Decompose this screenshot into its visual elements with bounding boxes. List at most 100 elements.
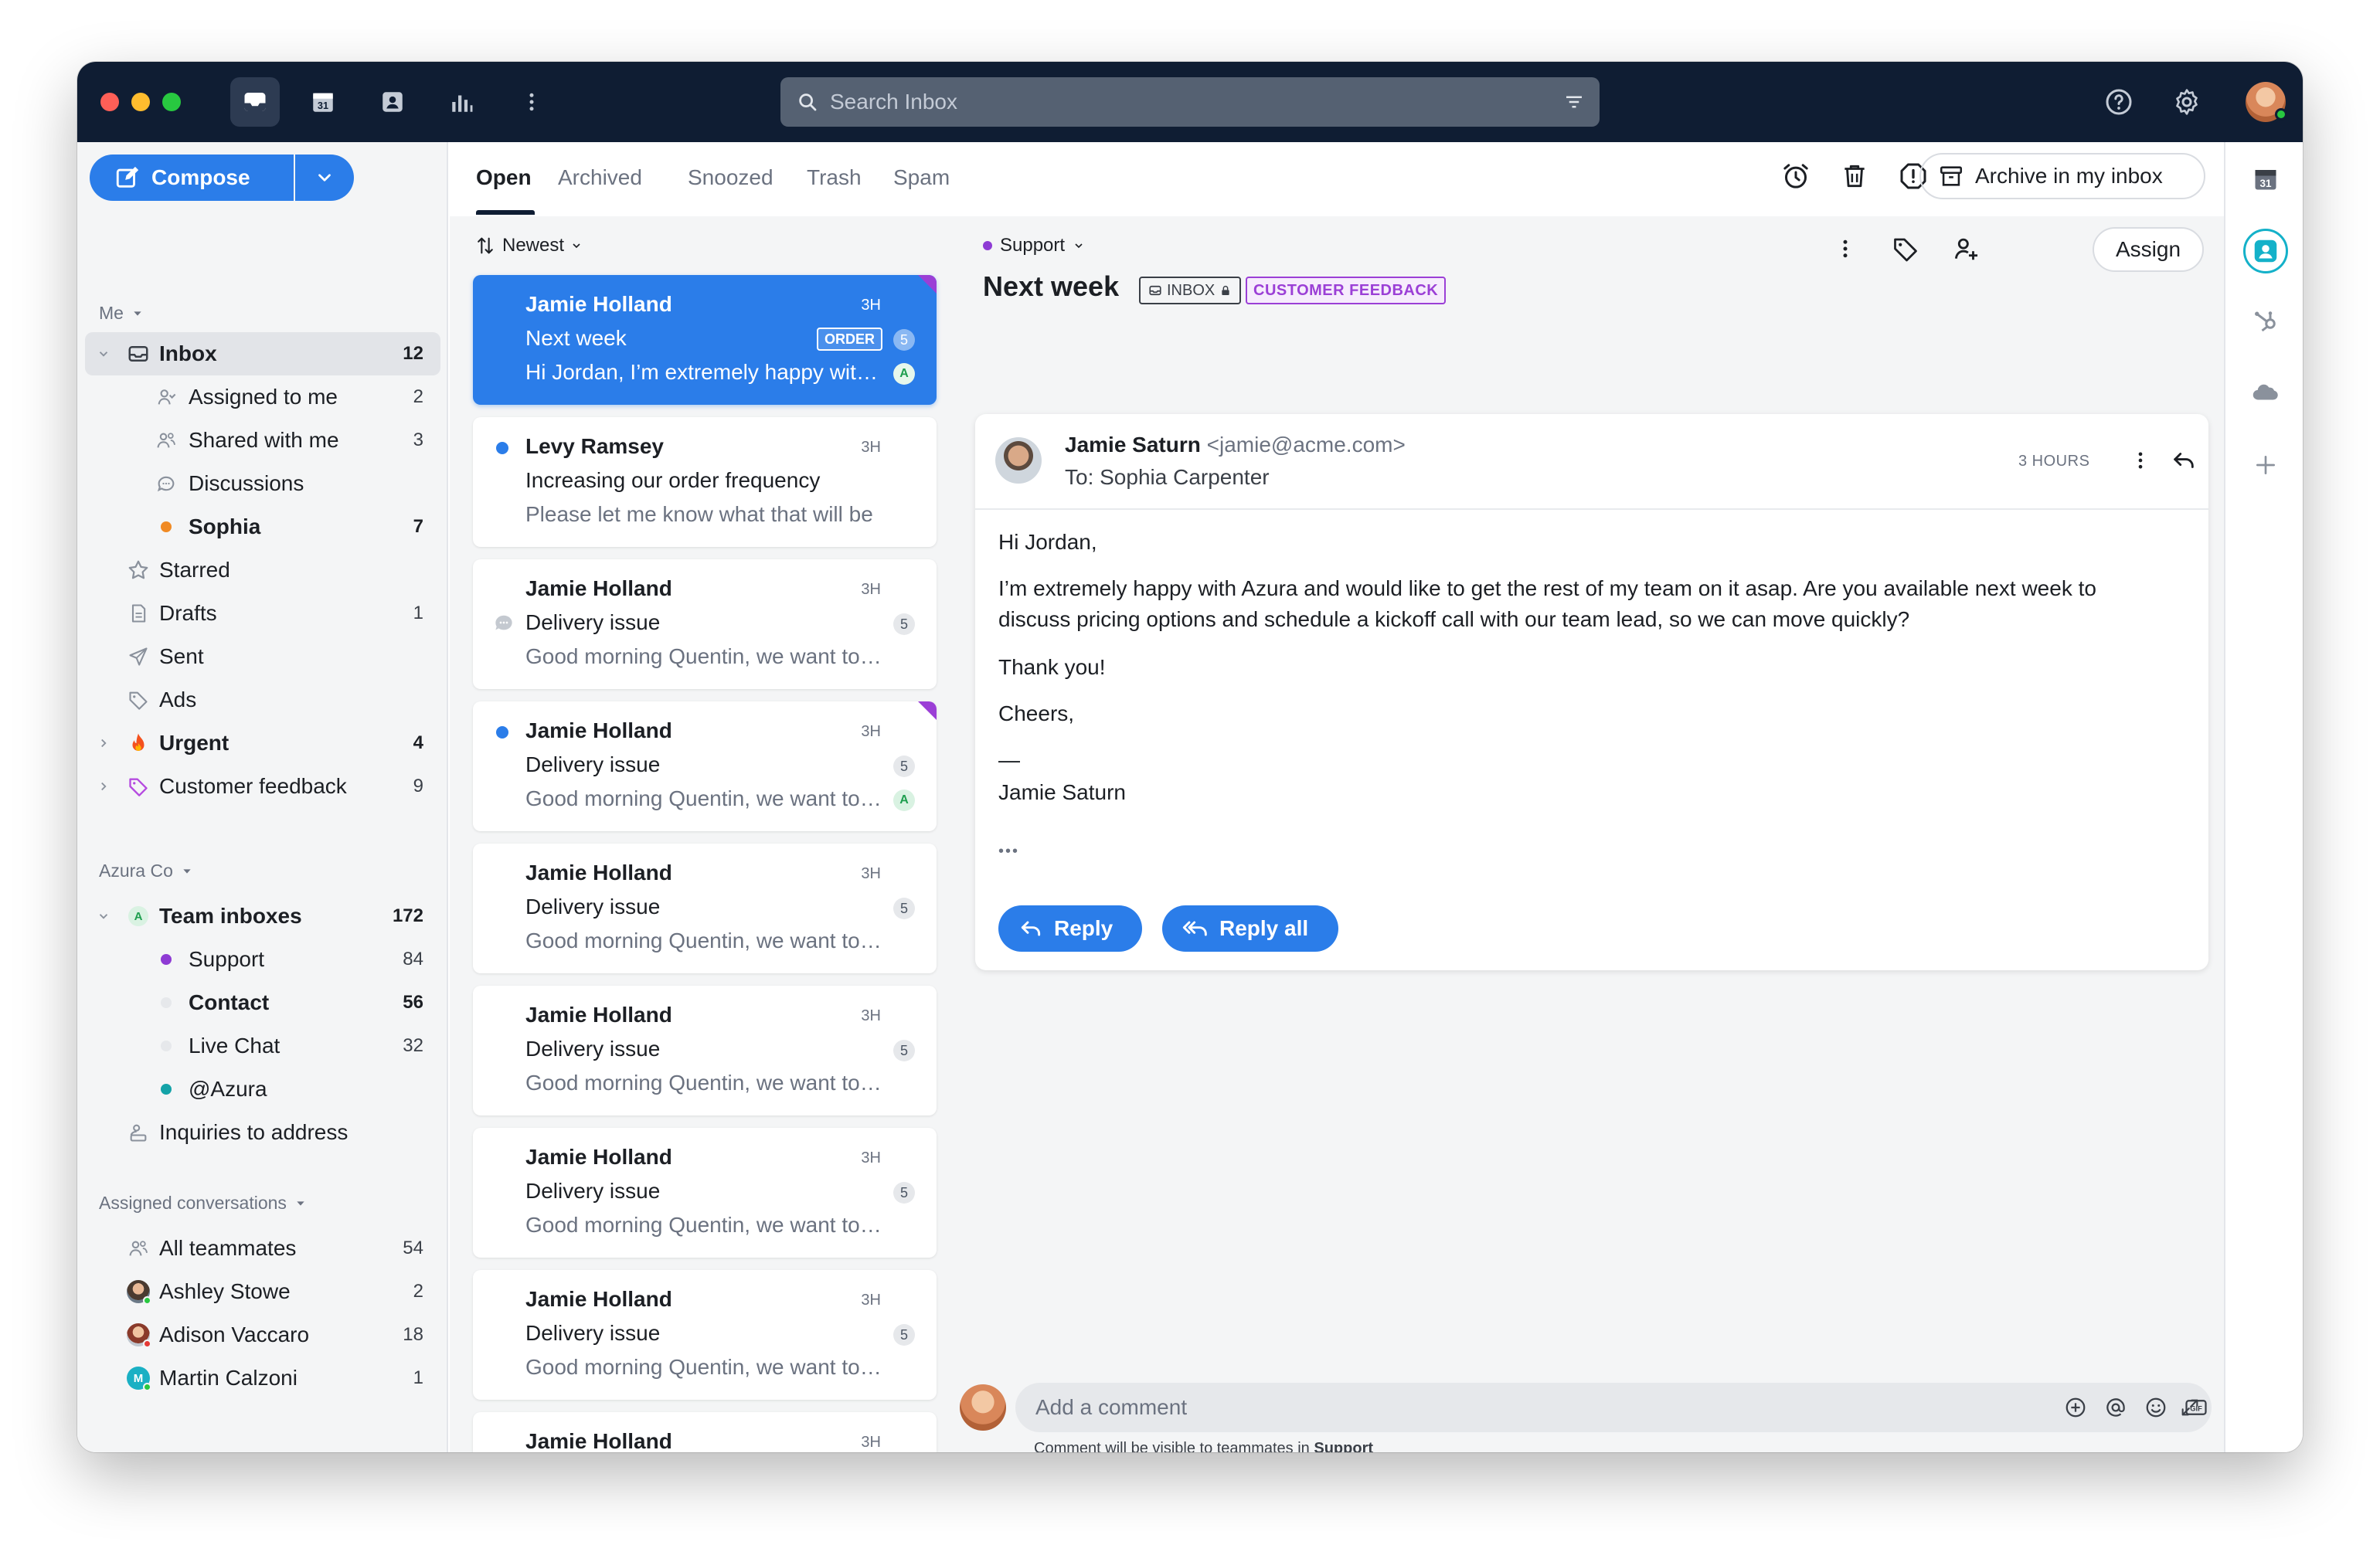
more-nav-button[interactable] [507, 77, 556, 127]
quick-reply-button[interactable] [2165, 442, 2202, 479]
snooze-button[interactable] [1774, 154, 1817, 198]
assigned-section-header[interactable]: Assigned conversations [99, 1193, 307, 1214]
tab-trash[interactable]: Trash [807, 165, 862, 190]
inbox-tag-pill[interactable]: INBOX [1139, 277, 1242, 304]
tab-archived[interactable]: Archived [558, 165, 642, 190]
delete-button[interactable] [1833, 154, 1876, 198]
svg-text:31: 31 [318, 100, 328, 111]
conversation-item[interactable]: Jamie Holland 3H Next week ORDER 5 Hi Jo… [473, 275, 937, 405]
conversation-time: 3H [861, 297, 881, 314]
inbox-icon [244, 93, 266, 111]
add-attachment-button[interactable] [2063, 1395, 2088, 1420]
search-bar[interactable]: Search Inbox [780, 77, 1600, 127]
conversation-item[interactable]: Levy Ramsey 3H Increasing our order freq… [473, 417, 937, 547]
sidebar-item-drafts[interactable]: Drafts 1 [85, 592, 440, 635]
gear-icon [2176, 89, 2198, 115]
inbox-selector[interactable]: Support [983, 235, 1085, 256]
hubspot-integration-button[interactable] [2246, 301, 2286, 341]
conversation-preview: Good morning Quentin, we want to confirm [525, 1213, 887, 1237]
conversation-item[interactable]: Jamie Holland 3H Delivery issue 5 Good m… [473, 986, 937, 1115]
sidebar-item-sent[interactable]: Sent [85, 635, 440, 678]
sidebar-item-starred[interactable]: Starred [85, 548, 440, 592]
mention-button[interactable] [2103, 1395, 2128, 1420]
conversation-item[interactable]: Jamie Holland 3H [473, 1412, 937, 1452]
sidebar-item-urgent[interactable]: Urgent 4 [85, 722, 440, 765]
assign-button[interactable]: Assign [2093, 227, 2204, 272]
me-section-header[interactable]: Me [99, 303, 144, 324]
conversation-sender: Jamie Holland [525, 1145, 672, 1169]
tab-snoozed[interactable]: Snoozed [688, 165, 774, 190]
minimize-window-button[interactable] [131, 93, 150, 111]
conversation-item[interactable]: Jamie Holland 3H Delivery issue 5 Good m… [473, 701, 937, 831]
maximize-window-button[interactable] [162, 93, 181, 111]
contacts-nav-button[interactable] [368, 77, 417, 127]
conversation-item[interactable]: Jamie Holland 3H Delivery issue 5 Good m… [473, 1128, 937, 1258]
assignee-avatar: A [893, 363, 915, 385]
discussion-icon [153, 470, 179, 497]
comment-input[interactable]: Add a comment GIF [1015, 1383, 2212, 1432]
salesforce-integration-button[interactable] [2246, 372, 2286, 413]
add-integration-button[interactable] [2246, 445, 2286, 485]
reply-all-button[interactable]: Reply all [1162, 905, 1338, 952]
calendar-nav-button[interactable]: 31 [298, 77, 348, 127]
reply-label: Reply [1054, 916, 1114, 940]
sidebar-item-ads[interactable]: Ads [85, 678, 440, 722]
inbox-nav-button[interactable] [230, 77, 280, 127]
sidebar-item-all-teammates[interactable]: All teammates 54 [85, 1227, 440, 1270]
chevron-down-icon[interactable] [96, 346, 111, 362]
tag-button[interactable] [1885, 229, 1926, 269]
emoji-button[interactable] [2144, 1395, 2168, 1420]
conversation-item[interactable]: Jamie Holland 3H Delivery issue 5 Good m… [473, 844, 937, 973]
conversation-item[interactable]: Jamie Holland 3H Delivery issue 5 Good m… [473, 559, 937, 689]
settings-button[interactable] [2165, 80, 2208, 124]
message-more-button[interactable] [2123, 443, 2157, 477]
company-section-header[interactable]: Azura Co [99, 861, 193, 881]
sidebar-item-discussions[interactable]: Discussions [85, 462, 440, 505]
sidebar-item-adison-vaccaro[interactable]: Adison Vaccaro 18 [85, 1313, 440, 1357]
reply-button[interactable]: Reply [998, 905, 1142, 952]
chevron-right-icon[interactable] [96, 779, 111, 794]
archive-button[interactable]: Archive in my inbox [1919, 153, 2205, 199]
analytics-nav-button[interactable] [437, 77, 487, 127]
grey-dot-icon [153, 1033, 179, 1059]
filter-icon[interactable] [1562, 90, 1586, 114]
caret-down-icon [297, 1200, 304, 1206]
sidebar-item-assigned-to-me[interactable]: Assigned to me 2 [85, 375, 440, 419]
help-button[interactable] [2097, 80, 2140, 124]
sidebar-item-inquiries[interactable]: Inquiries to address [85, 1111, 440, 1154]
contact-integration-button[interactable] [2243, 229, 2288, 273]
tab-open[interactable]: Open [476, 165, 532, 190]
calendar-integration-button[interactable]: 31 [2246, 159, 2286, 199]
sidebar-item-shared-with-me[interactable]: Shared with me 3 [85, 419, 440, 462]
sidebar-item-ashley-stowe[interactable]: Ashley Stowe 2 [85, 1270, 440, 1313]
compose-button[interactable]: Compose [90, 154, 294, 201]
tab-spam[interactable]: Spam [893, 165, 950, 190]
comment-note-text: Comment will be visible to teammates in [1034, 1440, 1314, 1452]
chevron-down-icon[interactable] [96, 908, 111, 924]
sidebar-item-azura[interactable]: @Azura [85, 1068, 440, 1111]
more-options-button[interactable] [1825, 229, 1865, 269]
sidebar-item-sophia[interactable]: Sophia 7 [85, 505, 440, 548]
chevron-right-icon[interactable] [96, 735, 111, 751]
sidebar-item-label: Drafts [159, 601, 217, 625]
close-window-button[interactable] [100, 93, 119, 111]
conversation-item[interactable]: Jamie Holland 3H Delivery issue 5 Good m… [473, 1270, 937, 1400]
sidebar-item-live-chat[interactable]: Live Chat 32 [85, 1024, 440, 1068]
sidebar-item-martin-calzoni[interactable]: M Martin Calzoni 1 [85, 1357, 440, 1400]
add-assignee-button[interactable] [1946, 229, 1986, 269]
sidebar-item-count: 4 [413, 732, 423, 753]
sidebar-item-support[interactable]: Support 84 [85, 938, 440, 981]
show-more-ellipsis[interactable]: ••• [998, 836, 1045, 867]
sidebar-item-team-inboxes[interactable]: A Team inboxes 172 [85, 895, 440, 938]
sidebar-item-inbox[interactable]: Inbox 12 [85, 332, 440, 375]
sort-dropdown[interactable]: Newest [474, 235, 583, 256]
conversation-list: Newest Jamie Holland 3H Next week ORDER … [450, 216, 960, 1452]
sidebar-item-customer-feedback[interactable]: Customer feedback 9 [85, 765, 440, 808]
compose-options-button[interactable] [295, 154, 354, 201]
purple-tag-corner [918, 275, 937, 294]
expand-composer-button[interactable] [2178, 1395, 2202, 1420]
teal-dot-icon [153, 1076, 179, 1102]
sidebar-item-contact[interactable]: Contact 56 [85, 981, 440, 1024]
conversation-time: 3H [861, 865, 881, 882]
customer-feedback-tag[interactable]: CUSTOMER FEEDBACK [1246, 277, 1447, 304]
